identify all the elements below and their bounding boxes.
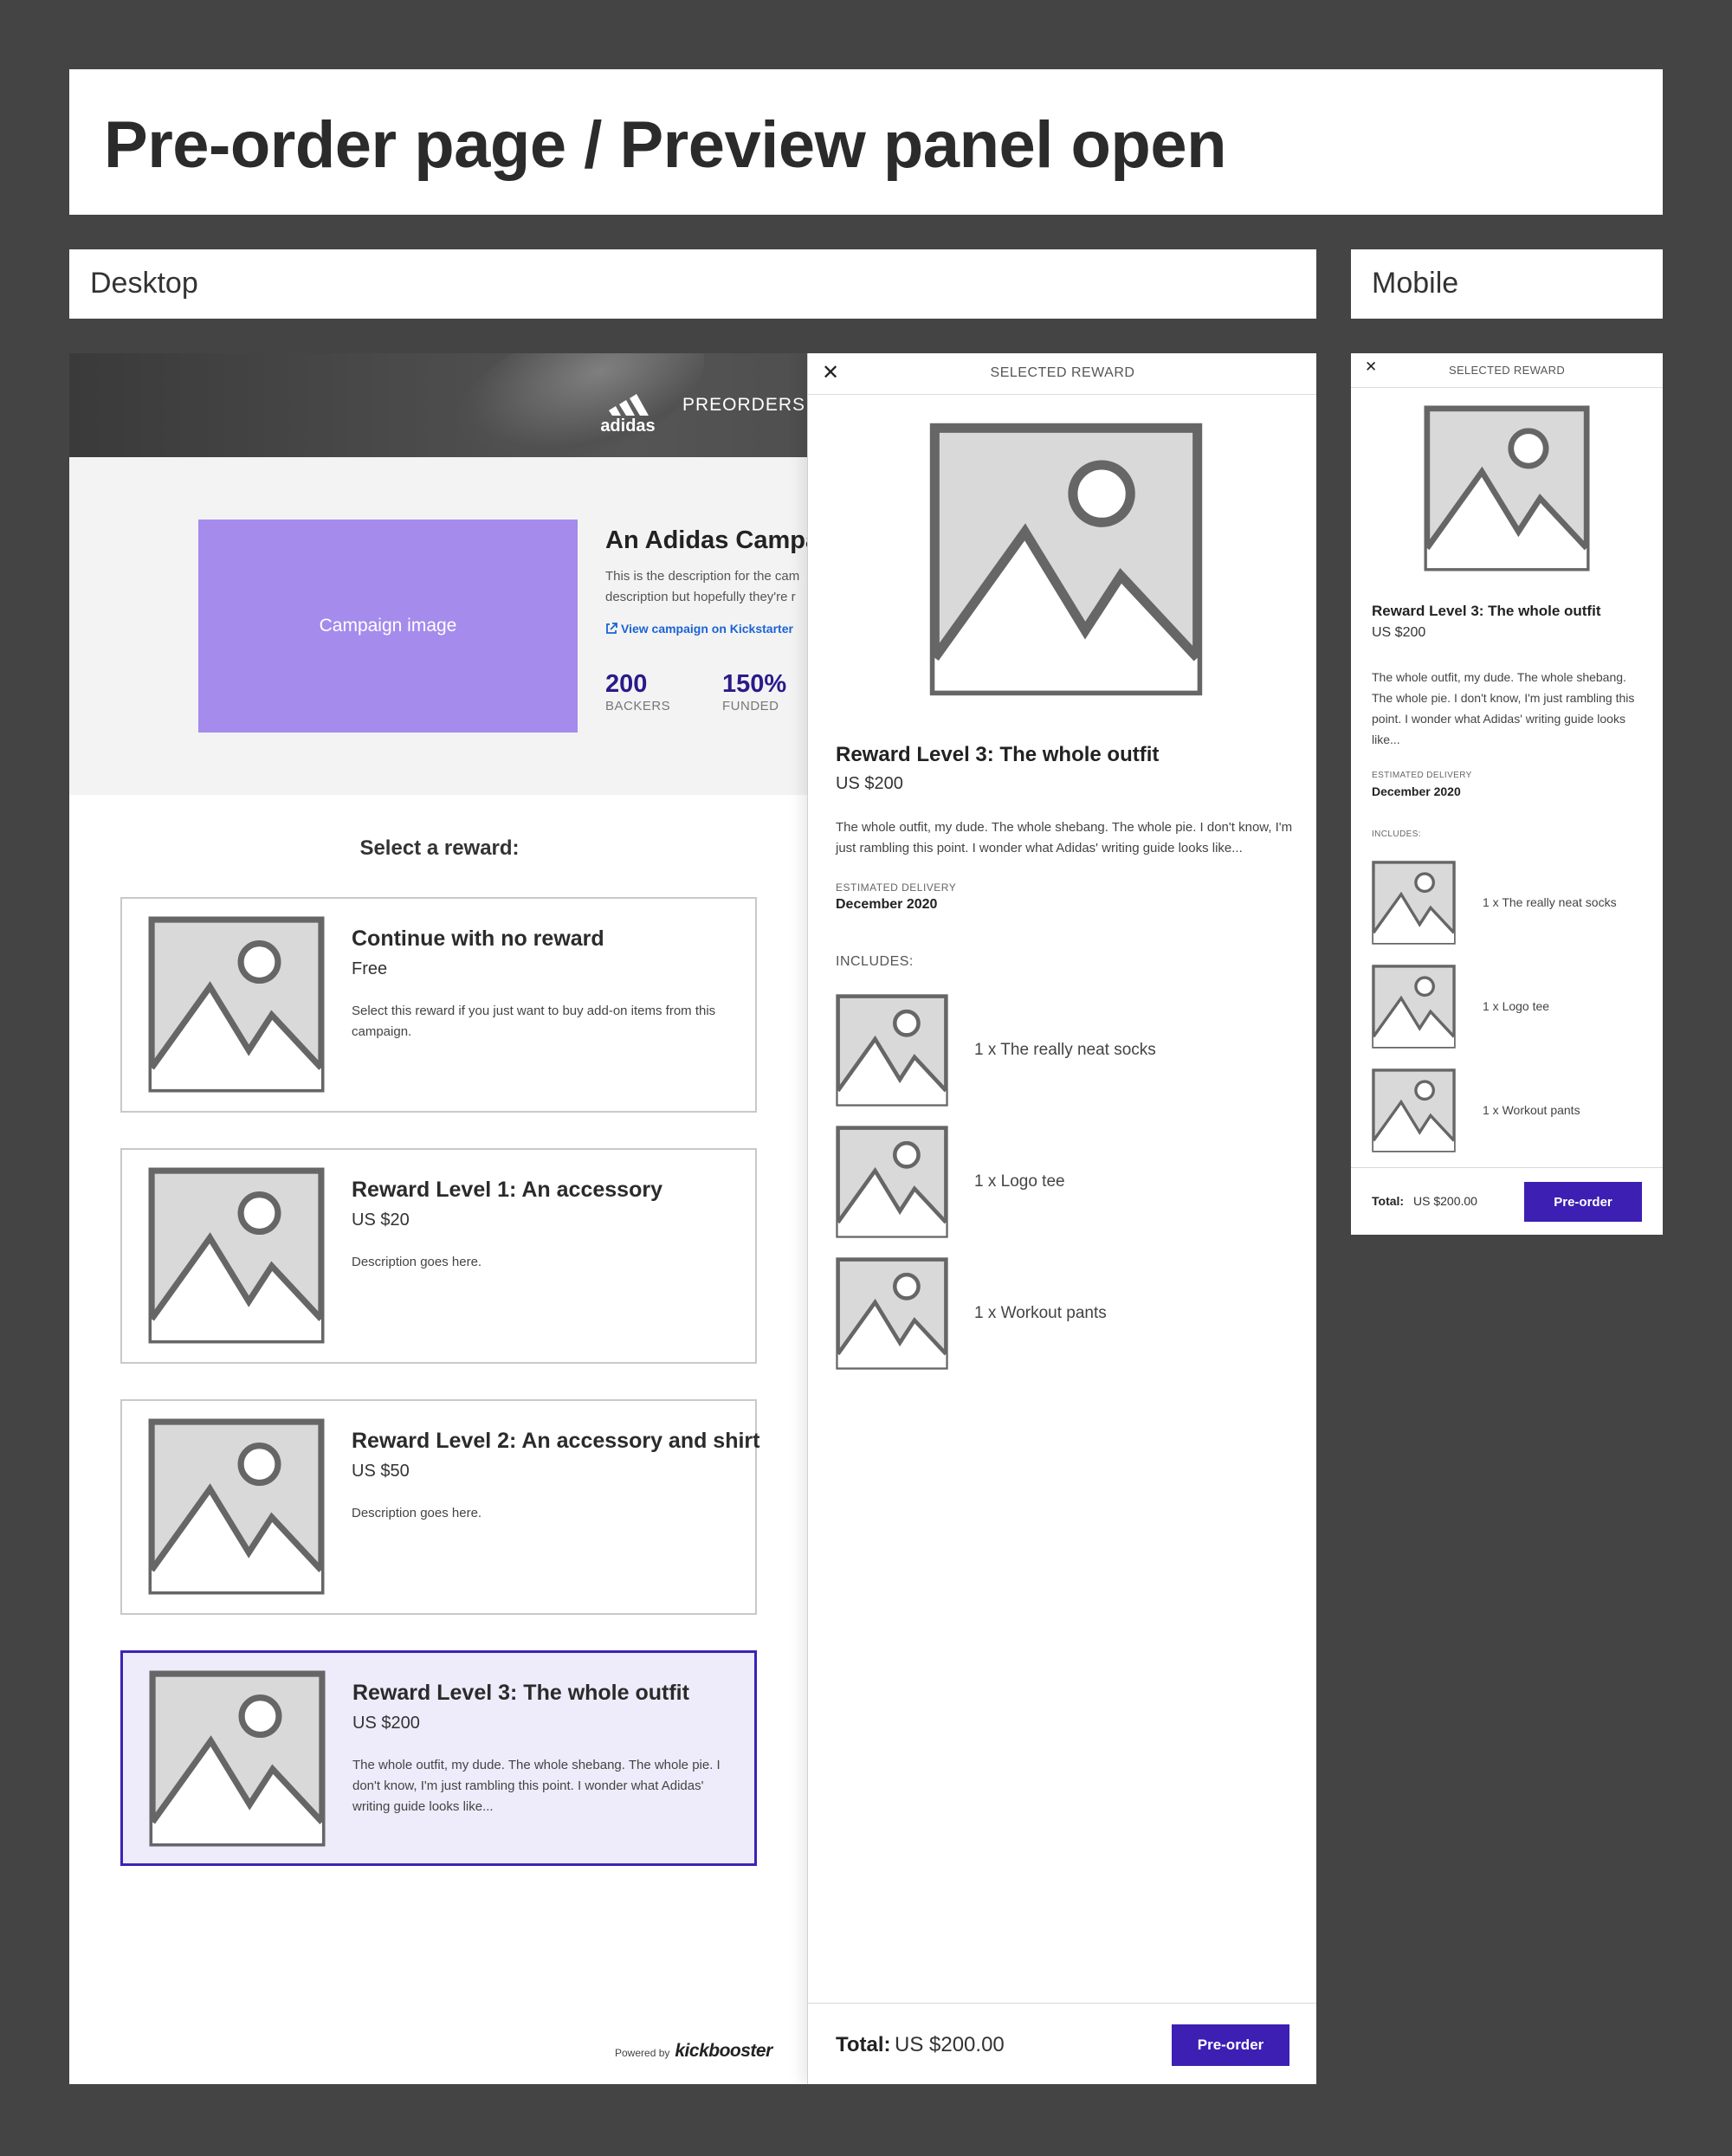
nav-preorders[interactable]: PREORDERS <box>682 395 805 416</box>
desktop-label: Desktop <box>90 267 198 300</box>
include-item-label: 1 x Logo tee <box>974 1172 1065 1191</box>
stat-funded-label: FUNDED <box>722 699 779 713</box>
mobile-panel-header: ✕ SELECTED REWARD <box>1351 353 1663 388</box>
stat-funded: 150% FUNDED <box>722 670 786 713</box>
delivery-value: December 2020 <box>836 897 938 912</box>
image-placeholder-icon <box>1372 965 1456 1049</box>
kickstarter-link[interactable]: View campaign on Kickstarter <box>605 622 793 636</box>
kickbooster-logo: kickbooster <box>675 2041 772 2061</box>
mobile-label-box: Mobile <box>1351 249 1663 319</box>
mobile-reward-price: US $200 <box>1372 625 1426 640</box>
mobile-total-value: US $200.00 <box>1413 1194 1477 1208</box>
includes-label: INCLUDES: <box>836 954 914 969</box>
reward-card-none[interactable]: Continue with no reward Free Select this… <box>120 897 757 1113</box>
kickstarter-link-label: View campaign on Kickstarter <box>621 622 793 636</box>
reward-description: Description goes here. <box>352 1255 482 1269</box>
page-title: Pre-order page / Preview panel open <box>104 108 1227 182</box>
preview-reward-title: Reward Level 3: The whole outfit <box>836 743 1160 766</box>
reward-description: The whole outfit, my dude. The whole she… <box>352 1758 721 1814</box>
reward-card-level-1[interactable]: Reward Level 1: An accessory US $20 Desc… <box>120 1148 757 1364</box>
mobile-includes-label: INCLUDES: <box>1372 829 1421 839</box>
include-item-label: 1 x Workout pants <box>974 1304 1107 1322</box>
total-value: US $200.00 <box>895 2033 1005 2056</box>
mobile-label: Mobile <box>1372 267 1459 300</box>
reward-title: Reward Level 1: An accessory <box>352 1178 662 1202</box>
mobile-delivery-value: December 2020 <box>1372 784 1461 798</box>
mobile-reward-title: Reward Level 3: The whole outfit <box>1372 603 1601 619</box>
adidas-wordmark: adidas <box>600 416 655 435</box>
preorder-button[interactable]: Pre-order <box>1172 2024 1289 2066</box>
campaign-image-label: Campaign image <box>319 616 457 636</box>
powered-by[interactable]: Powered by kickbooster <box>615 2041 772 2062</box>
image-placeholder-icon <box>149 1670 326 1847</box>
desktop-label-box: Desktop <box>69 249 1316 319</box>
mobile-preorder-button[interactable]: Pre-order <box>1524 1182 1642 1222</box>
image-placeholder-icon <box>148 1418 325 1595</box>
stat-backers-label: BACKERS <box>605 699 671 713</box>
image-placeholder-icon <box>1372 1068 1456 1152</box>
shoe-image <box>436 353 725 457</box>
mobile-frame: ✕ SELECTED REWARD Reward Level 3: The wh… <box>1351 353 1663 1235</box>
image-placeholder-icon <box>1424 405 1590 571</box>
image-placeholder-icon <box>929 423 1203 696</box>
image-placeholder-icon <box>836 1126 948 1238</box>
reward-price: US $50 <box>352 1462 410 1481</box>
mobile-panel-footer: Total: US $200.00 Pre-order <box>1351 1167 1663 1235</box>
mobile-include-item-label: 1 x Workout pants <box>1483 1103 1580 1117</box>
stat-funded-value: 150% <box>722 670 787 698</box>
reward-title: Continue with no reward <box>352 926 604 951</box>
image-placeholder-icon <box>148 1167 325 1344</box>
preview-panel: ✕ SELECTED REWARD Reward Level 3: The wh… <box>807 353 1316 2084</box>
delivery-label: ESTIMATED DELIVERY <box>836 881 957 894</box>
reward-description: Select this reward if you just want to b… <box>352 1004 716 1039</box>
powered-by-label: Powered by <box>615 2047 670 2059</box>
reward-price: US $20 <box>352 1210 410 1230</box>
reward-card-level-3[interactable]: Reward Level 3: The whole outfit US $200… <box>120 1650 757 1866</box>
mobile-reward-description: The whole outfit, my dude. The whole she… <box>1372 670 1635 746</box>
image-placeholder-icon <box>1372 861 1456 945</box>
preview-panel-header: ✕ SELECTED REWARD <box>808 353 1316 395</box>
desktop-frame: adidas PREORDERS Campaign image An Adida… <box>69 353 1316 2084</box>
mobile-delivery-label: ESTIMATED DELIVERY <box>1372 771 1472 780</box>
adidas-stripes-icon: adidas <box>600 394 656 436</box>
image-placeholder-icon <box>836 1257 948 1370</box>
adidas-logo[interactable]: adidas <box>593 379 662 436</box>
mobile-include-item-label: 1 x Logo tee <box>1483 999 1550 1013</box>
preview-panel-footer: Total: US $200.00 Pre-order <box>808 2003 1316 2084</box>
stat-backers-value: 200 <box>605 670 648 698</box>
preview-reward-price: US $200 <box>836 774 903 793</box>
mobile-panel-title: SELECTED REWARD <box>1448 364 1566 377</box>
stat-backers: 200 BACKERS <box>605 670 670 713</box>
include-item-label: 1 x The really neat socks <box>974 1041 1156 1059</box>
image-placeholder-icon <box>148 916 325 1093</box>
image-placeholder-icon <box>836 994 948 1107</box>
reward-price: US $200 <box>352 1714 420 1733</box>
reward-price: Free <box>352 959 388 978</box>
preview-panel-title: SELECTED REWARD <box>990 365 1135 380</box>
reward-title: Reward Level 3: The whole outfit <box>352 1681 689 1705</box>
select-reward-heading: Select a reward: <box>359 836 520 860</box>
campaign-section: Campaign image An Adidas Campaig This is… <box>69 457 842 795</box>
mobile-include-item-label: 1 x The really neat socks <box>1483 895 1617 909</box>
reward-card-level-2[interactable]: Reward Level 2: An accessory and shirt U… <box>120 1399 760 1615</box>
preview-reward-description: The whole outfit, my dude. The whole she… <box>836 820 1293 855</box>
external-link-icon <box>606 623 617 634</box>
total-label: Total: <box>836 2033 891 2056</box>
campaign-title: An Adidas Campaig <box>605 526 842 554</box>
reward-description: Description goes here. <box>352 1506 482 1520</box>
reward-title: Reward Level 2: An accessory and shirt <box>352 1429 760 1453</box>
page-header: Pre-order page / Preview panel open <box>69 69 1663 215</box>
campaign-image: Campaign image <box>198 520 578 733</box>
mobile-total-label: Total: <box>1372 1194 1405 1208</box>
